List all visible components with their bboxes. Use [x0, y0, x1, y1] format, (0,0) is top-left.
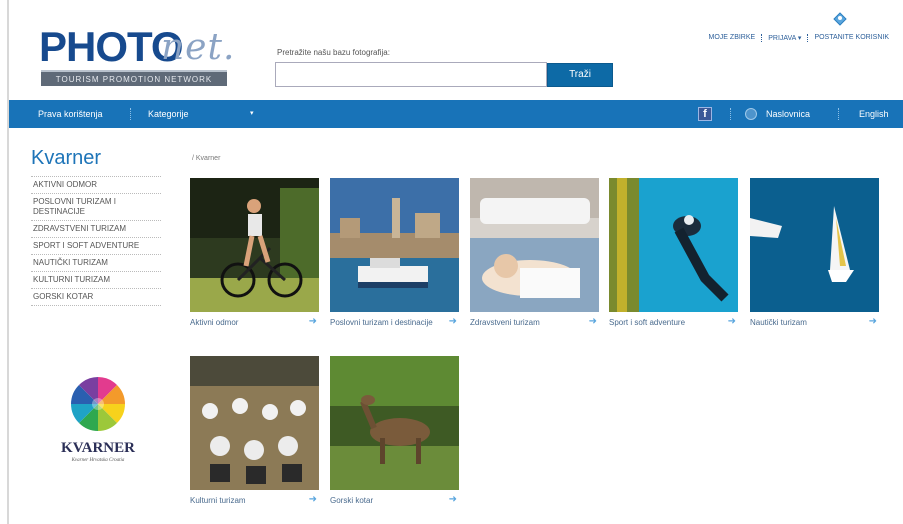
nautical-tourism-photo[interactable] — [750, 178, 879, 312]
region-title: Kvarner — [31, 147, 102, 169]
logo-net-text: net. — [161, 27, 236, 68]
cultural-tourism-photo[interactable] — [190, 356, 319, 490]
nav-separator — [838, 108, 839, 120]
register-link[interactable]: POSTANITE KORISNIK — [808, 34, 895, 42]
login-link[interactable]: PRIJAVA ▾ — [762, 34, 809, 42]
nav-home[interactable]: Naslovnica — [766, 100, 810, 128]
tile-caption[interactable]: Aktivni odmor — [190, 317, 298, 328]
tile-caption[interactable]: Kulturni turizam — [190, 495, 298, 506]
sidebar-menu: AKTIVNI ODMOR POSLOVNI TURIZAM I DESTINA… — [31, 176, 161, 306]
sport-adventure-photo[interactable] — [609, 178, 738, 312]
arrow-right-icon[interactable]: ➜ — [449, 494, 457, 505]
photonet-logo[interactable]: PHOTO net. TOURISM PROMOTION NETWORK — [39, 24, 235, 94]
logo-tagline: TOURISM PROMOTION NETWORK — [41, 70, 227, 86]
top-links: MOJE ZBIRKE PRIJAVA ▾ POSTANITE KORISNIK — [703, 34, 895, 42]
kvarner-flower-logo[interactable] — [53, 372, 143, 442]
arrow-right-icon[interactable]: ➜ — [449, 316, 457, 327]
header: PHOTO net. TOURISM PROMOTION NETWORK Pre… — [9, 0, 903, 100]
sidebar-item-health-tourism[interactable]: ZDRAVSTVENI TURIZAM — [31, 220, 161, 237]
tile-caption[interactable]: Sport i soft adventure — [609, 317, 717, 328]
sidebar-item-gorski-kotar[interactable]: GORSKI KOTAR — [31, 288, 161, 306]
nav-separator — [130, 108, 131, 120]
arrow-right-icon[interactable]: ➜ — [869, 316, 877, 327]
chevron-down-icon[interactable]: ▾ — [250, 100, 254, 128]
health-tourism-photo[interactable] — [470, 178, 599, 312]
kvarner-logo-name: KVARNER — [61, 440, 135, 456]
page: PHOTO net. TOURISM PROMOTION NETWORK Pre… — [0, 0, 903, 524]
search-input[interactable] — [275, 62, 547, 87]
business-tourism-photo[interactable] — [330, 178, 459, 312]
sidebar-item-active-holiday[interactable]: AKTIVNI ODMOR — [31, 176, 161, 193]
facebook-icon[interactable]: f — [698, 107, 712, 121]
nav-separator — [730, 108, 731, 120]
nav-usage-rights[interactable]: Prava korištenja — [38, 100, 103, 128]
user-icon — [833, 12, 847, 26]
tile-caption[interactable]: Nautički turizam — [750, 317, 858, 328]
search-button[interactable]: Traži — [547, 63, 613, 87]
kvarner-logo-subtitle: Kvarner Hrvatska Croatia — [71, 458, 125, 463]
search-label: Pretražite našu bazu fotografija: — [277, 48, 390, 57]
tile-caption[interactable]: Poslovni turizam i destinacije — [330, 317, 438, 328]
nav-language-english[interactable]: English — [859, 100, 889, 128]
my-collections-link[interactable]: MOJE ZBIRKE — [703, 34, 763, 42]
breadcrumb[interactable]: / Kvarner — [192, 155, 220, 162]
nav-categories[interactable]: Kategorije — [148, 100, 189, 128]
tile-caption[interactable]: Zdravstveni turizam — [470, 317, 578, 328]
tile-caption[interactable]: Gorski kotar — [330, 495, 438, 506]
sidebar-item-sport-adventure[interactable]: SPORT I SOFT ADVENTURE — [31, 237, 161, 254]
home-icon — [745, 108, 757, 120]
active-holiday-photo[interactable] — [190, 178, 319, 312]
sidebar-item-business-tourism[interactable]: POSLOVNI TURIZAM I DESTINACIJE — [31, 193, 161, 220]
arrow-right-icon[interactable]: ➜ — [589, 316, 597, 327]
arrow-right-icon[interactable]: ➜ — [728, 316, 736, 327]
main-navbar: Prava korištenja Kategorije ▾ f Naslovni… — [9, 100, 903, 128]
arrow-right-icon[interactable]: ➜ — [309, 316, 317, 327]
arrow-right-icon[interactable]: ➜ — [309, 494, 317, 505]
sidebar-item-nautical-tourism[interactable]: NAUTIČKI TURIZAM — [31, 254, 161, 271]
sidebar-item-cultural-tourism[interactable]: KULTURNI TURIZAM — [31, 271, 161, 288]
gorski-kotar-photo[interactable] — [330, 356, 459, 490]
